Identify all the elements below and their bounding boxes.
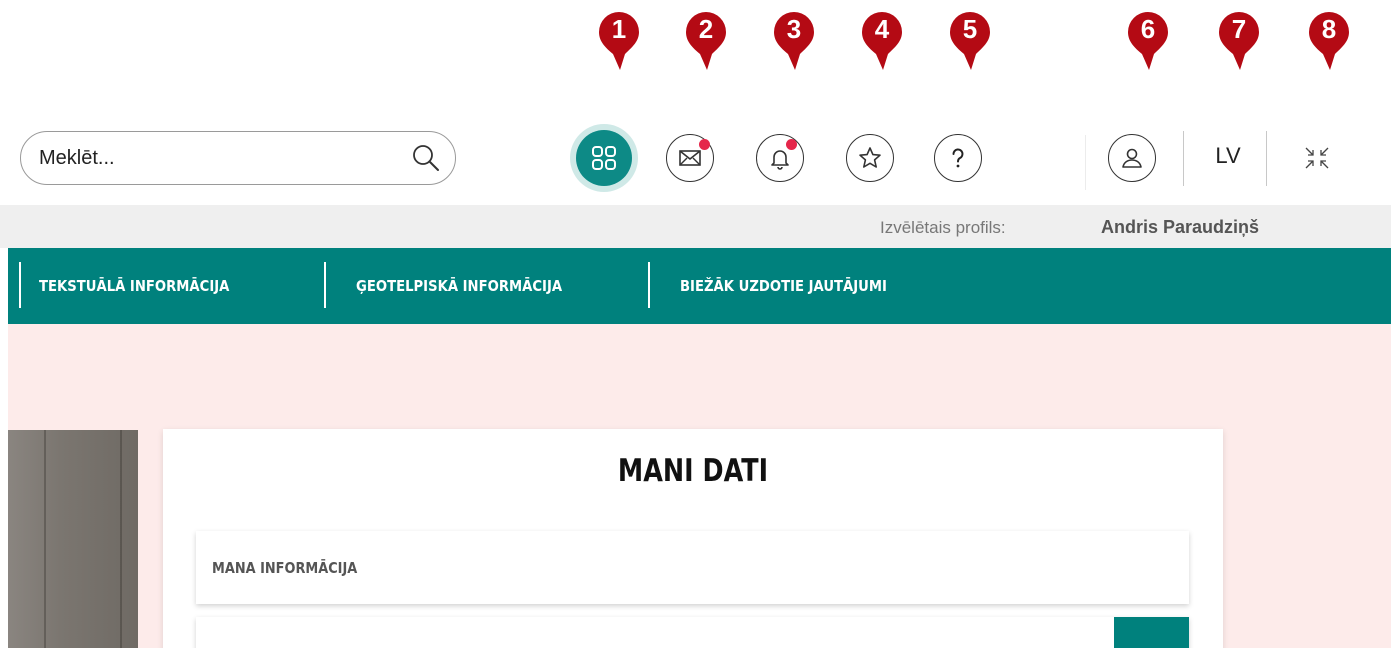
- profile-button[interactable]: [1108, 134, 1156, 182]
- marker-3: 3: [772, 10, 816, 72]
- search-icon[interactable]: [411, 143, 441, 173]
- marker-4: 4: [860, 10, 904, 72]
- marker-5: 5: [948, 10, 992, 72]
- nav-divider: [19, 262, 21, 308]
- profile-label: Izvēlētais profils:: [880, 218, 1006, 237]
- marker-6: 6: [1126, 10, 1170, 72]
- star-icon: [859, 147, 881, 168]
- section-my-info-title[interactable]: MANA INFORMĀCIJA: [212, 559, 357, 577]
- marker-8: 8: [1307, 10, 1351, 72]
- collapse-icon[interactable]: [1303, 145, 1331, 171]
- apps-button[interactable]: [576, 130, 632, 186]
- search-box[interactable]: [20, 131, 456, 185]
- favorites-button[interactable]: [846, 134, 894, 182]
- background-photo: [8, 430, 138, 648]
- page-title: MANI DATI: [617, 453, 769, 489]
- nav-divider: [648, 262, 650, 308]
- search-input[interactable]: [39, 146, 411, 170]
- divider: [1266, 131, 1267, 186]
- envelope-icon: [679, 150, 701, 166]
- section-next-button[interactable]: [1114, 617, 1189, 648]
- nav-item-faq[interactable]: BIEŽĀK UZDOTIE JAUTĀJUMI: [680, 248, 887, 324]
- nav-item-geospatial-info[interactable]: ĢEOTELPISKĀ INFORMĀCIJA: [356, 248, 562, 324]
- marker-2: 2: [684, 10, 728, 72]
- notifications-badge: [786, 139, 797, 150]
- help-button[interactable]: [934, 134, 982, 182]
- page: LV 1 2 3 4 5 6 7 8 I: [0, 0, 1391, 648]
- marker-1: 1: [597, 10, 641, 72]
- user-icon: [1122, 148, 1142, 168]
- profile-name[interactable]: Andris Paraudziņš: [1101, 217, 1259, 238]
- question-icon: [952, 148, 964, 168]
- marker-7: 7: [1217, 10, 1261, 72]
- divider: [1183, 131, 1184, 186]
- notifications-button[interactable]: [756, 134, 804, 182]
- divider: [1085, 135, 1086, 190]
- language-selector[interactable]: LV: [1208, 143, 1248, 169]
- section-next[interactable]: [196, 617, 1189, 648]
- nav-divider: [324, 262, 326, 308]
- nav-item-textual-info[interactable]: TEKSTUĀLĀ INFORMĀCIJA: [39, 248, 229, 324]
- apps-grid-icon: [592, 146, 616, 170]
- messages-badge: [699, 139, 710, 150]
